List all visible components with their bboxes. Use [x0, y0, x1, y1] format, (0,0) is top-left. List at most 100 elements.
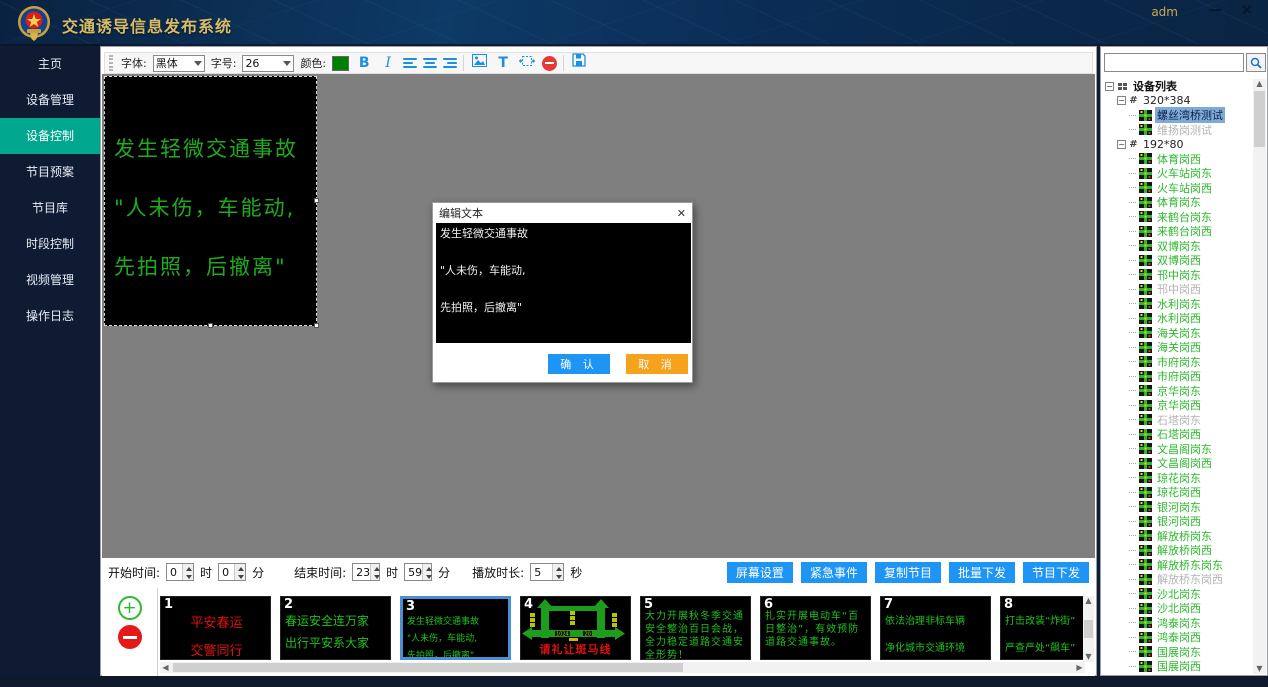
scrollbar-thumb[interactable] — [1254, 91, 1265, 147]
spinner-arrows[interactable] — [422, 564, 431, 580]
resize-handle-corner[interactable] — [314, 323, 319, 328]
tree-device-item[interactable]: 水利岗西 — [1103, 311, 1255, 326]
dialog-titlebar[interactable]: 编辑文本 ✕ — [433, 203, 692, 223]
scrollbar-thumb[interactable] — [173, 663, 683, 672]
program-send-button[interactable]: 节目下发 — [1023, 562, 1089, 583]
playlist-item-4[interactable]: 4102420请礼让斑马线 — [520, 596, 631, 660]
remove-program-button[interactable] — [118, 625, 142, 649]
dialog-textarea[interactable]: 发生轻微交通事故 "人未伤，车能动, 先拍照，后撤离" — [436, 223, 691, 343]
tree-device-item[interactable]: 国展岗东 — [1103, 645, 1255, 660]
tree-device-item[interactable]: 解放桥东岗东 — [1103, 558, 1255, 573]
tree-device-item[interactable]: 银河岗东 — [1103, 500, 1255, 515]
tree-device-item[interactable]: 解放桥岗东 — [1103, 529, 1255, 544]
scroll-left-arrow[interactable]: ◀ — [160, 662, 171, 673]
end-hour-spinner[interactable]: 23 — [352, 563, 380, 581]
sidebar-item-device-control[interactable]: 设备控制 — [0, 118, 100, 154]
spinner-arrows[interactable] — [182, 564, 193, 580]
minimize-icon[interactable]: — — [1204, 2, 1226, 18]
marquee-screen-icon[interactable] — [518, 53, 536, 73]
dialog-close-icon[interactable]: ✕ — [677, 207, 686, 220]
scroll-up-arrow[interactable]: ▲ — [1256, 79, 1262, 89]
resize-handle-bottom[interactable] — [208, 323, 213, 328]
no-entry-icon[interactable] — [542, 56, 557, 71]
tree-device-item[interactable]: 市府岗西 — [1103, 369, 1255, 384]
close-icon[interactable]: ✕ — [1236, 2, 1258, 18]
tree-device-item[interactable]: 双博岗西 — [1103, 253, 1255, 268]
tree-device-item[interactable]: 海关岗东 — [1103, 326, 1255, 341]
emergency-event-button[interactable]: 紧急事件 — [801, 562, 867, 583]
tree-device-item[interactable]: 鸿泰岗西 — [1103, 630, 1255, 645]
tree-device-item[interactable]: 邗中岗西 — [1103, 282, 1255, 297]
tree-root-device-list[interactable]: −设备列表 — [1103, 79, 1255, 94]
scroll-down-arrow[interactable]: ▼ — [1085, 652, 1091, 662]
tree-device-item[interactable]: 水利岗东 — [1103, 297, 1255, 312]
spinner-arrows[interactable] — [370, 564, 379, 580]
tree-device-item[interactable]: 文昌阁岗西 — [1103, 456, 1255, 471]
playlist-item-5[interactable]: 5大力开展秋冬季交通安全整治百日会战，全力稳定道路交通安全形势！ — [640, 596, 751, 660]
scroll-down-arrow[interactable]: ▼ — [1256, 664, 1262, 674]
bold-button[interactable]: B — [355, 53, 373, 73]
align-center-icon[interactable] — [423, 58, 437, 68]
end-minute-spinner[interactable]: 59 — [404, 563, 432, 581]
italic-button[interactable]: I — [379, 53, 397, 73]
tree-group-192*80[interactable]: −#192*80 — [1103, 137, 1255, 152]
toolbar-grip[interactable] — [109, 55, 113, 71]
confirm-button[interactable]: 确 认 — [548, 354, 610, 374]
save-icon[interactable] — [570, 53, 588, 73]
sidebar-item-program-plan[interactable]: 节目预案 — [0, 154, 100, 190]
add-program-button[interactable]: + — [118, 596, 142, 620]
font-size-select[interactable]: 26 — [242, 55, 294, 72]
tree-device-item[interactable]: 解放桥东岗西 — [1103, 572, 1255, 587]
sidebar-item-program-library[interactable]: 节目库 — [0, 190, 100, 226]
duration-spinner[interactable]: 5 — [530, 563, 564, 581]
collapse-icon[interactable]: − — [1117, 96, 1126, 105]
screen-settings-button[interactable]: 屏幕设置 — [727, 562, 793, 583]
collapse-icon[interactable]: − — [1117, 140, 1126, 149]
sidebar-item-operation-log[interactable]: 操作日志 — [0, 298, 100, 334]
tree-device-item[interactable]: 石塔岗西 — [1103, 427, 1255, 442]
tree-device-item[interactable]: 邗中岗东 — [1103, 268, 1255, 283]
search-icon[interactable] — [1246, 53, 1266, 72]
tree-device-item[interactable]: 琼花岗东 — [1103, 471, 1255, 486]
playlist-item-6[interactable]: 6扎实开展电动车“百日整治”，有效预防道路交通事故。 — [760, 596, 871, 660]
tree-device-item[interactable]: 海关岗西 — [1103, 340, 1255, 355]
device-search-input[interactable] — [1104, 53, 1244, 72]
start-minute-spinner[interactable]: 0 — [218, 563, 246, 581]
tree-device-item[interactable]: 来鹤台岗东 — [1103, 210, 1255, 225]
playlist-item-1[interactable]: 1平安春运交警同行 — [160, 596, 271, 660]
device-tree-scrollbar[interactable]: ▲ ▼ — [1253, 79, 1266, 674]
scrollbar-thumb[interactable] — [1084, 620, 1093, 638]
copy-program-button[interactable]: 复制节目 — [875, 562, 941, 583]
spinner-arrows[interactable] — [552, 564, 563, 580]
align-left-icon[interactable] — [403, 58, 417, 68]
resize-handle-right[interactable] — [314, 198, 319, 203]
spinner-arrows[interactable] — [234, 564, 245, 580]
tree-group-320*384[interactable]: −#320*384 — [1103, 94, 1255, 109]
tree-device-item[interactable]: 火车站岗西 — [1103, 181, 1255, 196]
tree-device-item[interactable]: 京华岗西 — [1103, 398, 1255, 413]
text-tool-icon[interactable]: T — [494, 53, 512, 73]
tree-device-item[interactable]: 国展岗西 — [1103, 659, 1255, 673]
batch-send-button[interactable]: 批量下发 — [949, 562, 1015, 583]
insert-image-icon[interactable] — [470, 53, 488, 73]
align-right-icon[interactable] — [443, 58, 457, 68]
font-select[interactable]: 黑体 — [153, 55, 205, 72]
tree-device-item[interactable]: 来鹤台岗西 — [1103, 224, 1255, 239]
cancel-button[interactable]: 取 消 — [626, 354, 688, 374]
tree-device-item[interactable]: 银河岗西 — [1103, 514, 1255, 529]
tree-device-item[interactable]: 京华岗东 — [1103, 384, 1255, 399]
logged-in-user[interactable]: adm — [1151, 5, 1178, 19]
tree-device-item[interactable]: 文昌阁岗东 — [1103, 442, 1255, 457]
color-swatch[interactable] — [332, 56, 349, 71]
playlist-item-2[interactable]: 2春运安全连万家出行平安系大家 — [280, 596, 391, 660]
sidebar-item-time-control[interactable]: 时段控制 — [0, 226, 100, 262]
tree-device-item[interactable]: 沙北岗东 — [1103, 587, 1255, 602]
playlist-item-7[interactable]: 7依法治理非标车辆净化城市交通环境 — [880, 596, 991, 660]
playlist-item-3[interactable]: 3发生轻微交通事故"人未伤，车能动,先拍照，后撤离" — [400, 596, 511, 660]
tree-device-item[interactable]: 双博岗东 — [1103, 239, 1255, 254]
start-hour-spinner[interactable]: 0 — [166, 563, 194, 581]
tree-device-item[interactable]: 沙北岗西 — [1103, 601, 1255, 616]
sidebar-item-video-management[interactable]: 视频管理 — [0, 262, 100, 298]
tree-device-item[interactable]: 琼花岗西 — [1103, 485, 1255, 500]
playlist-horizontal-scrollbar[interactable]: ◀ ▶ — [160, 662, 1085, 673]
